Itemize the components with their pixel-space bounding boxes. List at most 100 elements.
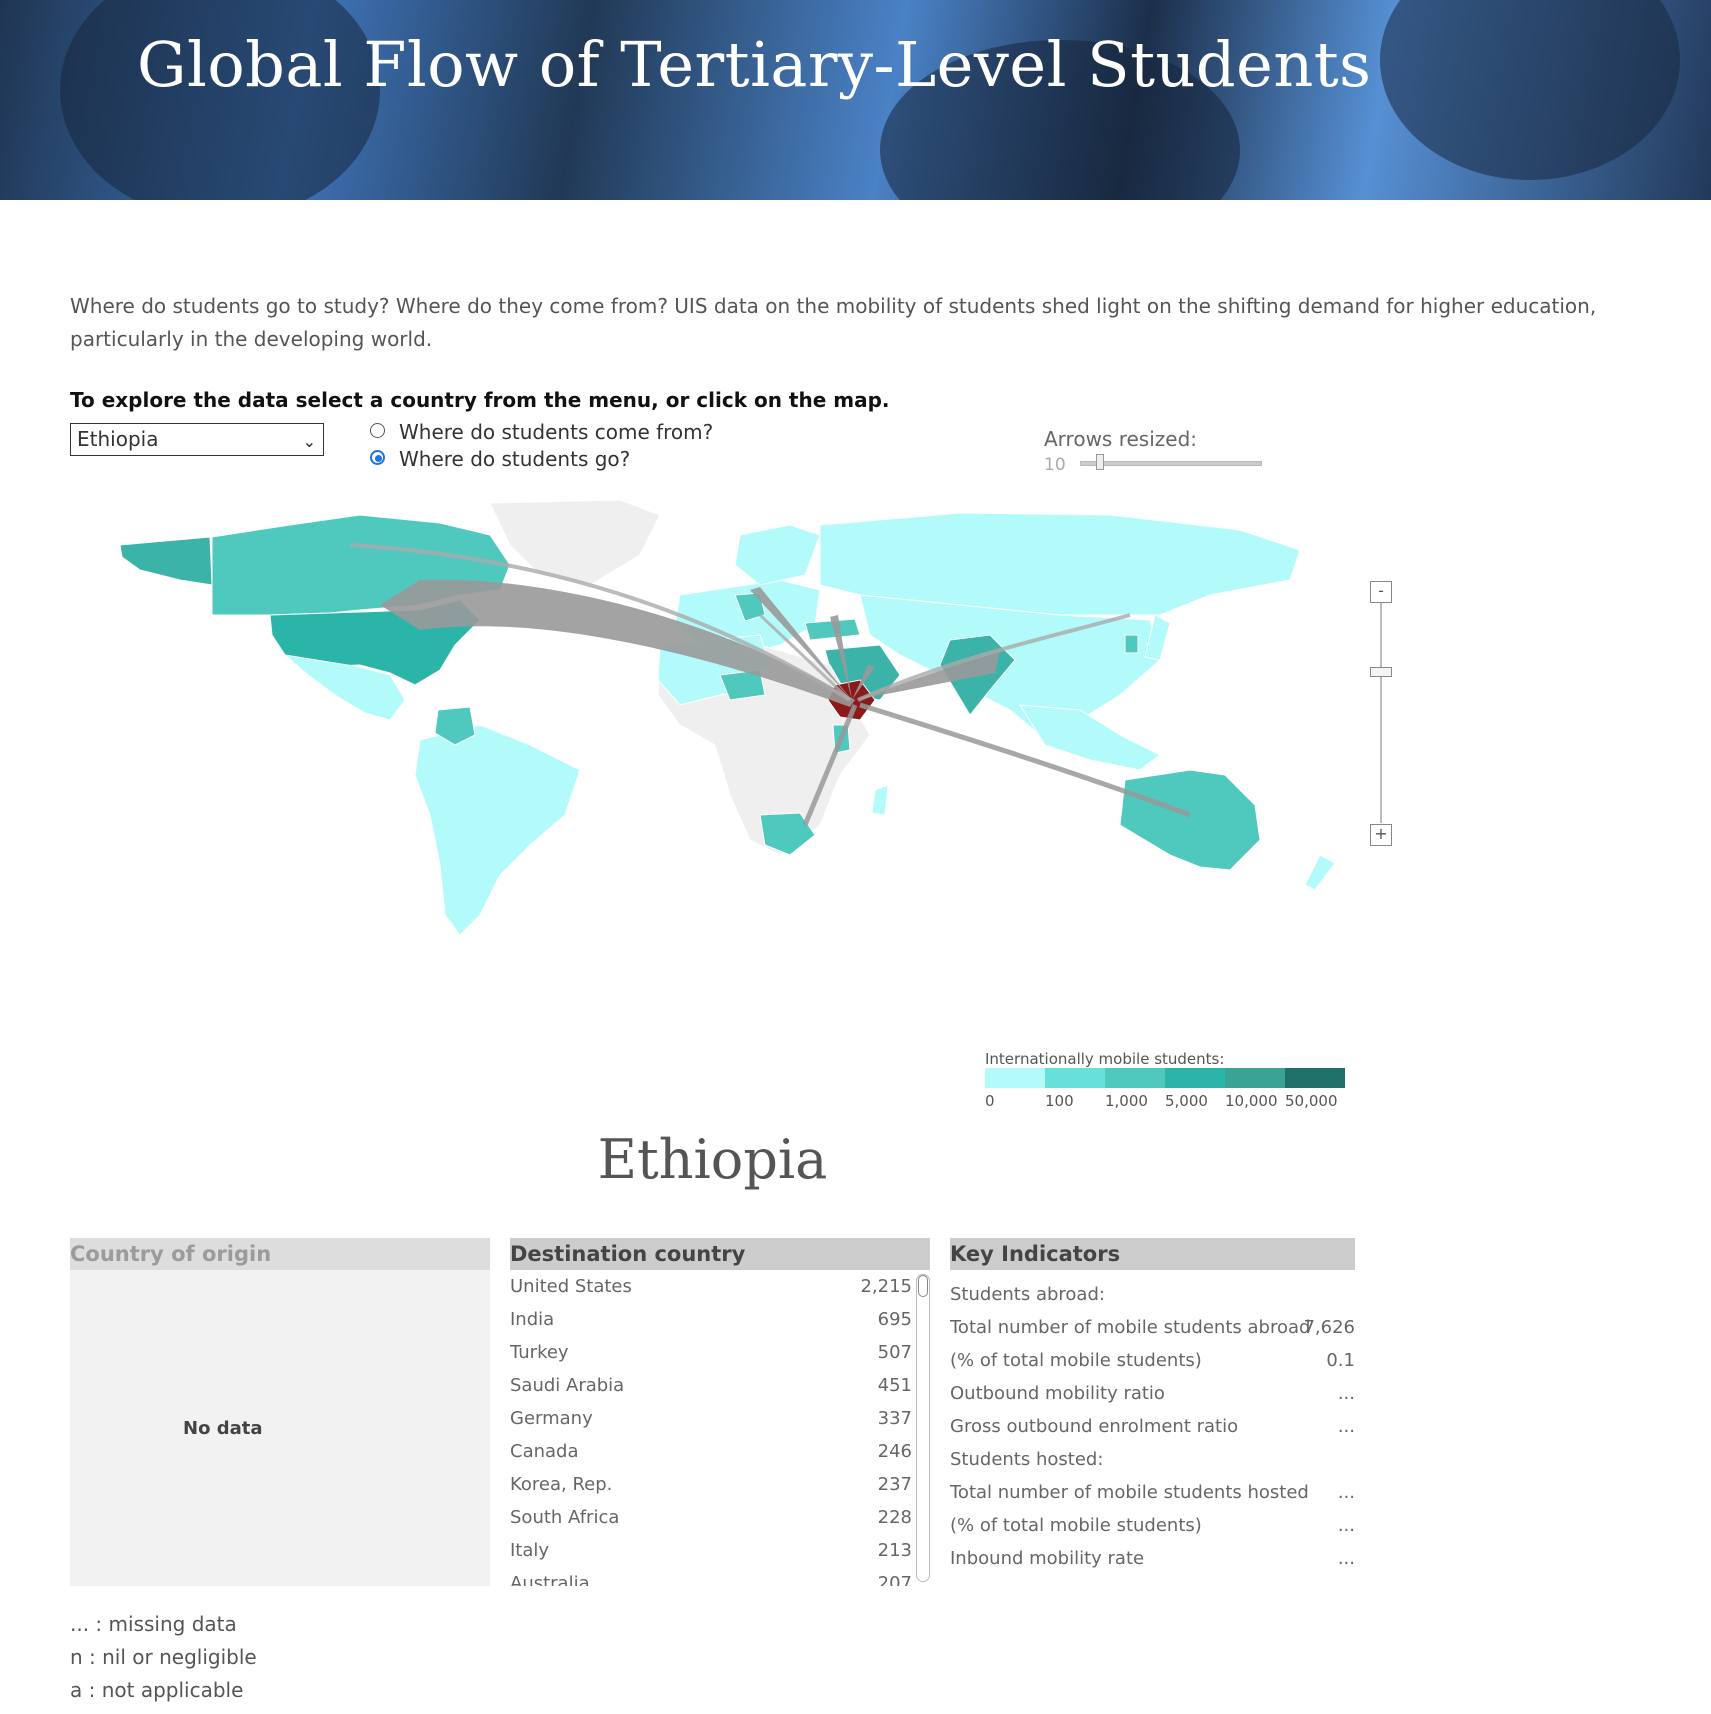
country-new-zealand[interactable] [1304, 854, 1336, 891]
country-australia[interactable] [1119, 769, 1261, 871]
country-alaska-region[interactable] [119, 536, 213, 586]
note-missing: ... : missing data [70, 1612, 237, 1636]
destination-value: 228 [877, 1507, 912, 1528]
legend-swatch [1165, 1068, 1225, 1088]
destination-value: 507 [877, 1342, 912, 1363]
legend-tick: 5,000 [1165, 1092, 1208, 1110]
legend-swatch [1045, 1068, 1105, 1088]
key-indicators-list: Students abroad: Total number of mobile … [950, 1270, 1355, 1575]
arrows-resize-label: Arrows resized: [1044, 427, 1198, 451]
legend-swatch [1225, 1068, 1285, 1088]
table-row: Italy 213 [510, 1534, 930, 1567]
destination-panel-header: Destination country [510, 1238, 930, 1270]
destination-value: 237 [877, 1474, 912, 1495]
indicator-label: Students hosted: [950, 1449, 1104, 1470]
indicator-row: Students abroad: [950, 1278, 1355, 1311]
key-indicators-panel: Key Indicators Students abroad: Total nu… [950, 1238, 1355, 1575]
radio-go-to-label: Where do students go? [399, 447, 631, 471]
indicator-value: ... [1337, 1515, 1355, 1536]
indicator-label: Outbound mobility ratio [950, 1383, 1165, 1404]
legend-ticks: 0 100 1,000 5,000 10,000 50,000 [985, 1092, 1345, 1112]
legend-tick: 1,000 [1105, 1092, 1148, 1110]
indicator-row: Inbound mobility rate... [950, 1542, 1355, 1575]
destination-country: Germany [510, 1408, 593, 1429]
destination-country: South Africa [510, 1507, 620, 1528]
legend-swatch [1285, 1068, 1345, 1088]
indicator-value: ... [1337, 1383, 1355, 1404]
country-south-america[interactable] [414, 724, 581, 936]
notes-legend: ... : missing data n : nil or negligible… [70, 1608, 257, 1707]
indicator-value: ... [1337, 1548, 1355, 1569]
indicator-value: ... [1337, 1482, 1355, 1503]
indicator-label: (% of total mobile students) [950, 1515, 1202, 1536]
intro-text: Where do students go to study? Where do … [70, 294, 1597, 351]
legend-swatch [1105, 1068, 1165, 1088]
radio-come-from-circle[interactable] [370, 423, 385, 438]
radio-go-to-circle[interactable] [370, 450, 385, 465]
legend-tick: 100 [1045, 1092, 1074, 1110]
radio-come-from-label: Where do students come from? [399, 420, 714, 444]
destination-scrollbar-thumb[interactable] [918, 1275, 928, 1297]
note-nil: n : nil or negligible [70, 1645, 257, 1669]
origin-panel-header: Country of origin [70, 1238, 490, 1270]
destination-country: Saudi Arabia [510, 1375, 625, 1396]
arrows-resize-slider[interactable] [1080, 461, 1262, 466]
country-greenland[interactable] [489, 499, 661, 586]
table-row: Canada 246 [510, 1435, 930, 1468]
table-row: South Africa 228 [510, 1501, 930, 1534]
indicator-row: Students hosted: [950, 1443, 1355, 1476]
indicator-label: Total number of mobile students abroad [950, 1317, 1311, 1338]
destination-country: Italy [510, 1540, 550, 1561]
destination-country: Turkey [510, 1342, 569, 1363]
zoom-in-button[interactable]: + [1370, 824, 1392, 846]
chevron-down-icon: ⌄ [302, 432, 316, 451]
zoom-slider-thumb[interactable] [1370, 667, 1392, 677]
indicator-row: Total number of mobile students hosted..… [950, 1476, 1355, 1509]
hero-banner: Global Flow of Tertiary-Level Students [0, 0, 1711, 200]
destination-value: 337 [877, 1408, 912, 1429]
indicator-label: Students abroad: [950, 1284, 1105, 1305]
destination-value: 213 [877, 1540, 912, 1561]
indicator-value: 7,626 [1303, 1317, 1355, 1338]
indicator-label: (% of total mobile students) [950, 1350, 1202, 1371]
world-map[interactable] [60, 495, 1360, 1010]
indicator-value: 0.1 [1326, 1350, 1355, 1371]
destination-country: Korea, Rep. [510, 1474, 613, 1495]
note-not-applicable: a : not applicable [70, 1678, 244, 1702]
zoom-out-button[interactable]: - [1370, 581, 1392, 603]
country-select-value: Ethiopia [77, 427, 159, 451]
indicator-row: (% of total mobile students)... [950, 1509, 1355, 1542]
indicator-row: Gross outbound enrolment ratio... [950, 1410, 1355, 1443]
selected-country-title: Ethiopia [597, 1128, 828, 1191]
arrows-resize-slider-thumb[interactable] [1096, 454, 1104, 470]
legend-color-bar [985, 1068, 1345, 1088]
legend-swatch [985, 1068, 1045, 1088]
destination-list[interactable]: United States 2,215 India 695 Turkey 507 Sa… [510, 1270, 930, 1586]
country-madagascar[interactable] [871, 784, 889, 816]
table-row: Korea, Rep. 237 [510, 1468, 930, 1501]
destination-country: Australia [510, 1573, 590, 1586]
legend-tick: 50,000 [1285, 1092, 1338, 1110]
legend-title: Internationally mobile students: [985, 1050, 1225, 1068]
table-row: Saudi Arabia 451 [510, 1369, 930, 1402]
legend-tick: 10,000 [1225, 1092, 1278, 1110]
page-title: Global Flow of Tertiary-Level Students [137, 28, 1372, 101]
country-scandinavia[interactable] [734, 524, 821, 586]
indicator-value: ... [1337, 1416, 1355, 1437]
indicator-label: Inbound mobility rate [950, 1548, 1145, 1569]
indicator-row: Total number of mobile students abroad 7,… [950, 1311, 1355, 1344]
country-select[interactable]: Ethiopia ⌄ [70, 423, 324, 456]
destination-country: India [510, 1309, 555, 1330]
destination-value: 2,215 [860, 1276, 912, 1297]
table-row: Turkey 507 [510, 1336, 930, 1369]
country-korea-rep[interactable] [1124, 634, 1139, 654]
destination-value: 246 [877, 1441, 912, 1462]
table-row: Germany 337 [510, 1402, 930, 1435]
legend-tick: 0 [985, 1092, 995, 1110]
destination-scrollbar[interactable] [916, 1274, 930, 1582]
origin-panel: Country of origin No data [70, 1238, 490, 1586]
zoom-track[interactable] [1380, 603, 1382, 823]
destination-value: 695 [877, 1309, 912, 1330]
destination-panel: Destination country United States 2,215 I… [510, 1238, 930, 1586]
explore-prompt: To explore the data select a country fro… [70, 388, 890, 412]
